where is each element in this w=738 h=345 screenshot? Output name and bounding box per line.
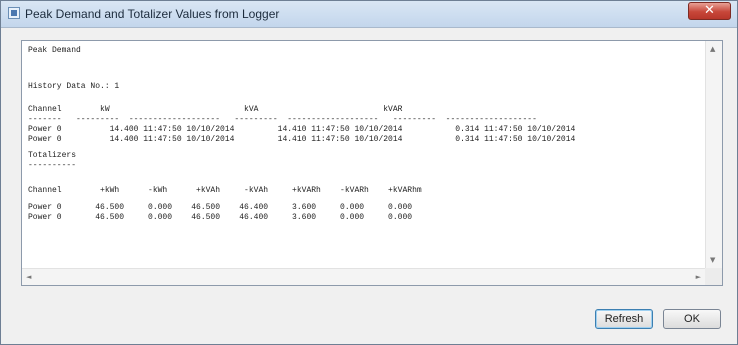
dialog-window: Peak Demand and Totalizer Values from Lo…: [0, 0, 738, 345]
dialog-client-area: Peak Demand History Data No.: 1 Channel …: [8, 33, 729, 336]
peak-row: Power 0 14.400 11:47:50 10/10/2014 14.41…: [28, 125, 576, 134]
totalizer-column-header: Channel +kWh -kWh +kVAh -kVAh +kVARh -kV…: [28, 186, 422, 195]
scroll-left-icon[interactable]: ◄: [26, 273, 31, 281]
close-button[interactable]: ✕: [688, 2, 731, 20]
window-title: Peak Demand and Totalizer Values from Lo…: [25, 7, 280, 21]
peak-rule: ------- --------- ------------------- --…: [28, 115, 537, 124]
scroll-down-icon[interactable]: ▼: [710, 256, 715, 264]
title-bar[interactable]: Peak Demand and Totalizer Values from Lo…: [1, 1, 737, 28]
report-text-area[interactable]: Peak Demand History Data No.: 1 Channel …: [22, 41, 705, 268]
report-textbox[interactable]: Peak Demand History Data No.: 1 Channel …: [21, 40, 723, 286]
totalizer-row: Power 0 46.500 0.000 46.500 46.400 3.600…: [28, 213, 413, 222]
history-line: History Data No.: 1: [28, 82, 120, 91]
totalizer-row: Power 0 46.500 0.000 46.500 46.400 3.600…: [28, 203, 413, 212]
ok-button[interactable]: OK: [663, 309, 721, 329]
peak-column-header: Channel kW kVA kVAR: [28, 105, 403, 114]
horizontal-scrollbar[interactable]: ◄ ►: [22, 268, 705, 285]
vertical-scrollbar[interactable]: ▲ ▼: [705, 41, 722, 268]
totalizers-heading: Totalizers: [28, 151, 77, 160]
peak-row: Power 0 14.400 11:47:50 10/10/2014 14.41…: [28, 135, 576, 144]
scroll-up-icon[interactable]: ▲: [710, 45, 715, 53]
refresh-button[interactable]: Refresh: [595, 309, 653, 329]
report-heading: Peak Demand: [28, 46, 81, 55]
app-icon: [8, 7, 20, 19]
totalizers-rule: ----------: [28, 161, 77, 170]
scrollbar-corner: [705, 268, 722, 285]
scroll-right-icon[interactable]: ►: [696, 273, 701, 281]
